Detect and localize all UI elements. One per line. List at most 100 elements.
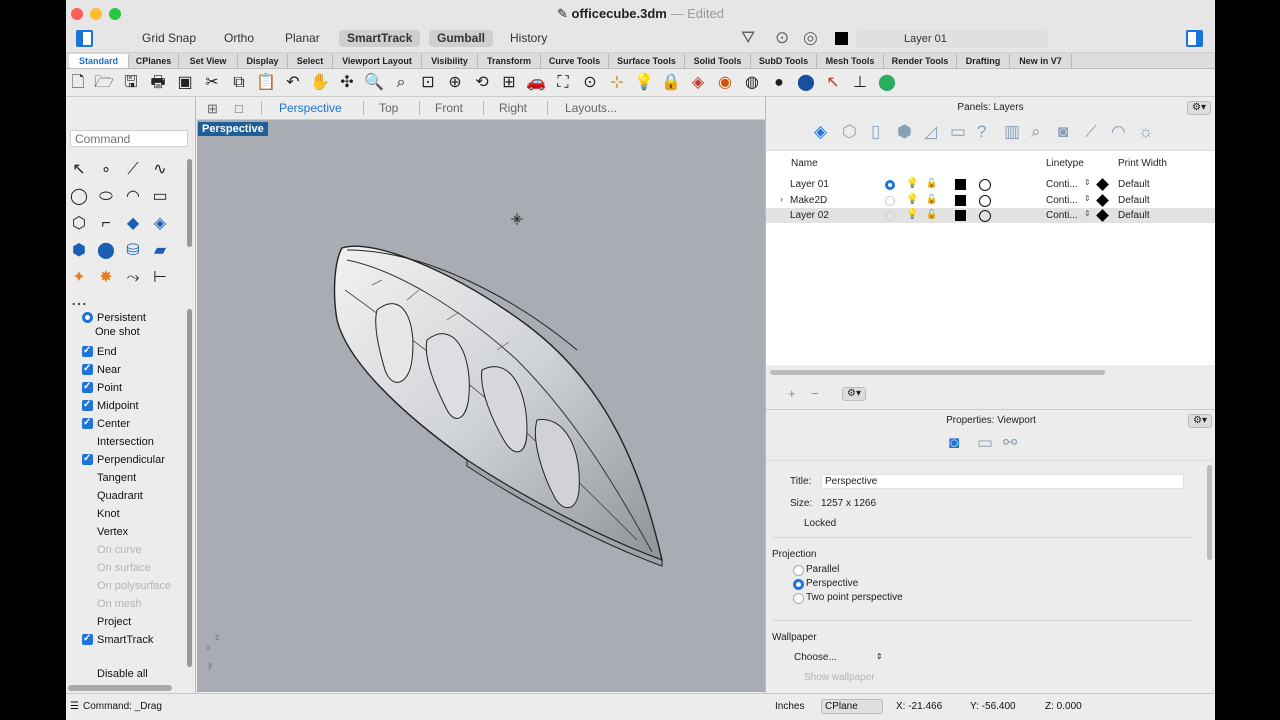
tab-surface-tools[interactable]: Surface Tools — [609, 54, 685, 68]
current-layer-dot[interactable] — [885, 195, 895, 206]
checkbox[interactable] — [82, 490, 93, 501]
named-views-panel-icon[interactable]: ◙ — [1058, 121, 1068, 143]
planar-button[interactable]: Planar — [277, 30, 328, 47]
object-panel-icon[interactable]: ⬢ — [897, 121, 912, 143]
add-layer-button[interactable]: + — [788, 386, 796, 401]
surface-icon[interactable]: ◆ — [122, 213, 144, 235]
polygon-icon[interactable]: ⬡ — [68, 213, 90, 235]
wireframe-icon[interactable]: ◍ — [742, 73, 762, 93]
column-linetype[interactable]: Linetype — [1046, 158, 1084, 169]
layers-gear-icon[interactable]: ⚙▾ — [1187, 101, 1211, 115]
tab-display[interactable]: Display — [238, 54, 288, 68]
cplane-dropdown[interactable]: CPlane — [821, 699, 883, 714]
current-layer-dot[interactable] — [885, 211, 895, 221]
pan-icon[interactable]: ✋ — [310, 73, 330, 93]
cursor-icon[interactable]: ↖ — [823, 73, 843, 93]
zoom-selected-icon[interactable]: ⊕ — [445, 73, 465, 93]
update-icon[interactable]: ⬤ — [877, 73, 897, 93]
paste-icon[interactable]: 📋 — [256, 73, 276, 93]
ortho-button[interactable]: Ortho — [216, 30, 262, 47]
checkbox[interactable] — [82, 398, 93, 412]
print-icon[interactable]: 🖶 — [148, 73, 168, 93]
history-button[interactable]: History — [502, 30, 555, 47]
print-width-value[interactable]: Default — [1118, 210, 1150, 221]
tab-front[interactable]: Front — [435, 101, 463, 115]
light-icon[interactable]: 💡 — [634, 73, 654, 93]
open-file-icon[interactable]: 🗁 — [94, 73, 114, 93]
blocks-panel-icon[interactable]: ◿ — [924, 121, 937, 143]
record-icon[interactable]: ◎ — [803, 28, 818, 48]
extrude-icon[interactable]: ▰ — [149, 240, 171, 262]
linetype-stepper-icon[interactable]: ⇕ — [1084, 178, 1091, 187]
right-sidebar-toggle-icon[interactable] — [1186, 30, 1203, 47]
single-view-icon[interactable]: □ — [235, 101, 243, 116]
checkbox[interactable] — [82, 632, 93, 646]
projection-parallel[interactable]: Parallel — [793, 564, 839, 576]
print-width-value[interactable]: Default — [1118, 195, 1150, 206]
properties-gear-icon[interactable]: ⚙▾ — [1188, 414, 1212, 428]
layers-scrollbar[interactable] — [770, 370, 1105, 375]
explode-icon[interactable]: ✸ — [95, 267, 117, 289]
print-color-swatch[interactable] — [1096, 209, 1109, 222]
tab-subd-tools[interactable]: SubD Tools — [751, 54, 817, 68]
column-print-width[interactable]: Print Width — [1118, 158, 1167, 169]
left-sidebar-toggle-icon[interactable] — [76, 30, 93, 47]
rendered-icon[interactable]: ⬤ — [796, 73, 816, 93]
tab-select[interactable]: Select — [288, 54, 333, 68]
tab-viewport-layout[interactable]: Viewport Layout — [333, 54, 422, 68]
checkbox[interactable] — [82, 526, 93, 537]
zoom-window-icon[interactable]: ⌕ — [391, 73, 411, 93]
arc-icon[interactable]: ◠ — [122, 186, 144, 208]
show-wallpaper-checkbox[interactable]: Show wallpaper — [804, 672, 875, 683]
zoom-icon[interactable]: 🔍 — [364, 73, 384, 93]
sun-panel-icon[interactable]: ☼ — [1138, 121, 1154, 143]
linetype-stepper-icon[interactable]: ⇕ — [1084, 209, 1091, 218]
projection-two-point[interactable]: Two point perspective — [793, 592, 903, 604]
new-file-icon[interactable]: 🗋 — [68, 73, 88, 93]
layers-panel-icon[interactable]: ◈ — [814, 121, 827, 143]
curve-icon[interactable]: ∿ — [149, 159, 171, 181]
layer-row[interactable]: › Make2D 💡 🔓 Conti... ⇕ Default — [766, 193, 1215, 208]
viewport-label[interactable]: Perspective — [198, 122, 268, 136]
tab-perspective[interactable]: Perspective — [279, 101, 342, 115]
tab-layouts[interactable]: Layouts... — [565, 101, 617, 115]
smarttrack-button[interactable]: SmartTrack — [339, 30, 421, 47]
named-cplanes-panel-icon[interactable]: ⟋ — [1085, 121, 1097, 143]
mesh-icon[interactable]: ✦ — [68, 267, 90, 289]
layer-color-swatch[interactable] — [955, 194, 966, 206]
checkbox[interactable] — [82, 436, 93, 447]
print-color-swatch[interactable] — [1096, 178, 1109, 191]
rectangle-icon[interactable]: ▭ — [149, 186, 171, 208]
checkbox[interactable] — [82, 416, 93, 430]
tab-curve-tools[interactable]: Curve Tools — [541, 54, 609, 68]
current-layer-field[interactable]: Layer 01 — [856, 30, 1048, 48]
rotate-view-icon[interactable]: ✣ — [337, 73, 357, 93]
viewport-camera-icon[interactable]: ◙ — [949, 432, 959, 454]
tab-visibility[interactable]: Visibility — [422, 54, 478, 68]
move-icon[interactable]: ⤳ — [122, 267, 144, 289]
tab-cplanes[interactable]: CPlanes — [129, 54, 179, 68]
layer-color-swatch[interactable] — [835, 32, 848, 45]
current-layer-dot[interactable] — [885, 180, 895, 190]
ellipse-icon[interactable]: ⬭ — [95, 186, 117, 208]
copy-icon[interactable]: ⧉ — [229, 73, 249, 93]
layer-color-swatch[interactable] — [955, 179, 966, 190]
properties-scrollbar[interactable] — [1207, 465, 1212, 560]
tab-render-tools[interactable]: Render Tools — [884, 54, 957, 68]
gumball-button[interactable]: Gumball — [429, 30, 494, 47]
point-icon[interactable]: ⊙ — [580, 73, 600, 93]
undo-view-icon[interactable]: ⟲ — [472, 73, 492, 93]
layer-row[interactable]: Layer 02 💡 🔓 Conti... ⇕ Default — [766, 208, 1215, 223]
point-tool-icon[interactable]: ∘ — [95, 159, 117, 181]
undo-icon[interactable]: ↶ — [283, 73, 303, 93]
parallel-radio[interactable] — [793, 565, 804, 576]
checkbox[interactable] — [82, 380, 93, 394]
dimension-icon[interactable]: ⊢ — [149, 267, 171, 289]
loft-icon[interactable]: ◈ — [149, 213, 171, 235]
perspective-viewport[interactable]: Perspective z x y — [197, 120, 765, 692]
help-panel-icon[interactable]: ? — [977, 121, 986, 143]
print-width-value[interactable]: Default — [1118, 179, 1150, 190]
import-icon[interactable]: ▣ — [175, 73, 195, 93]
save-icon[interactable]: 🖫 — [121, 73, 141, 93]
chevron-updown-icon[interactable]: ⇕ — [876, 652, 883, 661]
